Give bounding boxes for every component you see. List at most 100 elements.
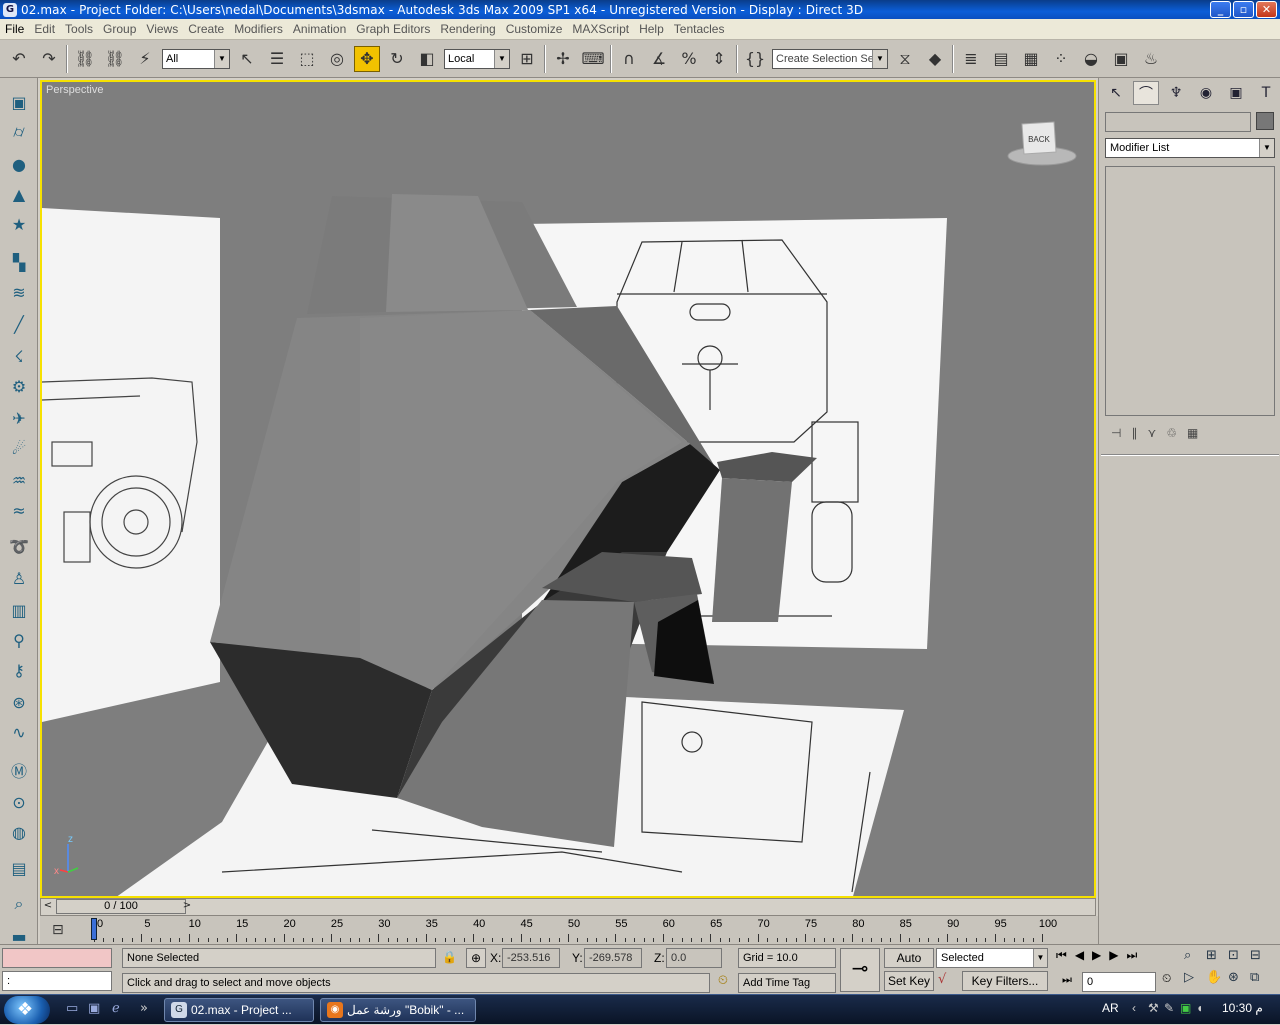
modifier-stack[interactable] <box>1105 166 1275 416</box>
current-frame-marker[interactable] <box>91 918 97 940</box>
key-mode-toggle-icon[interactable]: ⏭ <box>1062 973 1072 987</box>
selection-lock-icon[interactable]: 🔒 <box>442 950 457 964</box>
make-unique-icon[interactable]: ⋎ <box>1147 426 1156 440</box>
create-cylinder-icon[interactable]: ⌭ <box>7 120 31 144</box>
menu-file[interactable]: File <box>0 22 29 36</box>
material-editor-icon[interactable]: ⁘ <box>1048 46 1074 72</box>
track-bar[interactable]: ⊟ 0 5 10 15 20 25 30 35 40 45 50 55 60 65 70 75 80 85 90 95… <box>40 916 1098 946</box>
restore-button[interactable]: ▫ <box>1233 1 1254 18</box>
create-line-icon[interactable]: ╱ <box>7 312 31 336</box>
frame-ruler[interactable]: 0 5 10 15 20 25 30 35 40 45 50 55 60 65 70 75 80 85 90 95 10… <box>91 916 1094 944</box>
show-end-result-icon[interactable]: ∥ <box>1131 426 1137 440</box>
rectangular-selection-icon[interactable]: ⬚ <box>294 46 320 72</box>
snaps-toggle-icon[interactable]: ∩ <box>616 46 642 72</box>
select-by-name-icon[interactable]: ☰ <box>264 46 290 72</box>
undo-icon[interactable]: ↶ <box>6 46 32 72</box>
tray-app-icon[interactable]: ▣ <box>1180 1001 1191 1015</box>
zoom-all-icon[interactable]: ⊞ <box>1206 948 1228 970</box>
orbit-icon[interactable]: ⊛ <box>1228 970 1250 992</box>
perspective-viewport[interactable]: BACK z x Perspective <box>40 80 1096 898</box>
zoom-extents-all-icon[interactable]: ⊟ <box>1250 948 1272 970</box>
render-production-icon[interactable]: ♨ <box>1138 46 1164 72</box>
open-mini-curve-editor-icon[interactable]: ⊟ <box>52 922 64 938</box>
x-coordinate-field[interactable]: -253.516 <box>502 948 560 968</box>
volume-icon[interactable]: ◖ <box>1196 1001 1203 1015</box>
configure-modifier-sets-icon[interactable]: ▦ <box>1187 426 1198 440</box>
go-to-start-icon[interactable]: ⏮ <box>1056 948 1067 963</box>
named-selection-set-dropdown[interactable]: Create Selection Set ▼ <box>772 48 888 69</box>
select-and-scale-icon[interactable]: ◧ <box>414 46 440 72</box>
pan-icon[interactable]: ✋ <box>1206 970 1228 992</box>
language-indicator[interactable]: AR <box>1102 1001 1119 1015</box>
rendered-frame-window-icon[interactable]: ▣ <box>1108 46 1134 72</box>
menu-tools[interactable]: Tools <box>60 22 98 36</box>
reactor-icon[interactable]: ⊛ <box>7 690 31 714</box>
close-button[interactable]: ✕ <box>1256 1 1277 18</box>
previous-key-icon[interactable]: ◀ <box>1075 948 1084 963</box>
time-slider-track[interactable] <box>40 898 1096 916</box>
align-icon[interactable]: ◆ <box>922 46 948 72</box>
create-box-icon[interactable]: ▣ <box>7 90 31 114</box>
zoom-region-icon[interactable]: ⌕ <box>7 892 31 916</box>
biped-icon[interactable]: ♙ <box>7 566 31 590</box>
systems-icon[interactable]: ≈ <box>7 498 31 522</box>
menu-maxscript[interactable]: MAXScript <box>567 22 634 36</box>
internet-explorer-icon[interactable]: ℯ <box>112 1001 120 1016</box>
curve-editor-icon[interactable]: ▦ <box>1018 46 1044 72</box>
z-coordinate-field[interactable]: 0.0 <box>666 948 722 968</box>
bind-to-space-warp-icon[interactable]: ⚡ <box>132 46 158 72</box>
angle-snap-icon[interactable]: ∡ <box>646 46 672 72</box>
go-to-end-icon[interactable]: ⏭ <box>1127 948 1138 963</box>
cloth-icon[interactable]: ▥ <box>7 598 31 622</box>
absolute-mode-transform-icon[interactable]: ⊕ <box>466 948 486 968</box>
create-cone-icon[interactable]: ▲ <box>7 182 31 206</box>
menu-rendering[interactable]: Rendering <box>435 22 500 36</box>
3ds-max-icon[interactable]: G <box>3 2 17 17</box>
menu-create[interactable]: Create <box>183 22 229 36</box>
max-script-icon[interactable]: Ⓜ <box>7 758 31 782</box>
tray-expand-icon[interactable]: ‹ <box>1132 1001 1136 1015</box>
create-light-icon[interactable]: ☇ <box>7 344 31 368</box>
use-pivot-center-icon[interactable]: ⊞ <box>514 46 540 72</box>
select-and-move-icon[interactable]: ✥ <box>354 45 380 72</box>
menu-graph-editors[interactable]: Graph Editors <box>351 22 435 36</box>
menu-edit[interactable]: Edit <box>29 22 60 36</box>
tray-tool-icon[interactable]: ✎ <box>1164 1001 1174 1015</box>
minimize-button[interactable]: _ <box>1210 1 1231 18</box>
render-setup-icon[interactable]: ◒ <box>1078 46 1104 72</box>
auto-key-button[interactable]: Auto Key <box>884 948 934 983</box>
particle-flow-icon[interactable]: ⊙ <box>7 790 31 814</box>
spring-icon[interactable]: ➰ <box>7 534 31 558</box>
create-sphere-icon[interactable]: ● <box>7 152 31 176</box>
time-configuration-icon[interactable]: ⏲ <box>1162 971 1171 986</box>
field-of-view-icon[interactable]: ▷ <box>1184 970 1206 992</box>
select-object-icon[interactable]: ↖ <box>234 46 260 72</box>
bone-icon[interactable]: ⚲ <box>7 628 31 652</box>
previous-frame-icon[interactable]: < <box>41 899 55 914</box>
set-key-button[interactable]: Set Key <box>884 971 934 991</box>
switch-windows-icon[interactable]: ▣ <box>88 1001 100 1016</box>
y-coordinate-field[interactable]: -269.578 <box>584 948 642 968</box>
selection-filter-dropdown[interactable]: All ▼ <box>162 48 230 69</box>
select-and-rotate-icon[interactable]: ↻ <box>384 46 410 72</box>
key-icon[interactable]: ⊸ <box>840 948 880 992</box>
taskbar-item-firefox[interactable]: ◉ ورشة عمل "Bobik" - ... <box>320 998 476 1022</box>
space-warp-icon[interactable]: ♒ <box>7 468 31 492</box>
zoom-icon[interactable]: ⌕ <box>1184 948 1206 970</box>
graphite-ribbon-icon[interactable]: ▤ <box>988 46 1014 72</box>
time-slider-thumb[interactable]: 0 / 100 <box>56 899 186 914</box>
menu-customize[interactable]: Customize <box>501 22 568 36</box>
network-icon[interactable]: ⚒ <box>1148 1001 1159 1015</box>
time-tag-icon[interactable]: ⏲ <box>712 973 734 993</box>
show-desktop-icon[interactable]: ▭ <box>66 1001 78 1016</box>
object-name-field[interactable] <box>1105 112 1251 132</box>
create-star-icon[interactable]: ★ <box>7 212 31 236</box>
clock[interactable]: 10:30 م <box>1222 1001 1263 1015</box>
zoom-extents-icon[interactable]: ⊡ <box>1228 948 1250 970</box>
hierarchy-tab-icon[interactable]: ♆ <box>1163 81 1189 105</box>
keyboard-shortcut-override-icon[interactable]: ⌨ <box>580 46 606 72</box>
maxscript-mini-listener[interactable]: : <box>2 971 112 991</box>
start-button[interactable]: ❖ <box>4 996 50 1024</box>
default-in-out-tangent-icon[interactable]: √ <box>938 972 958 987</box>
object-color-swatch[interactable] <box>1256 112 1274 130</box>
